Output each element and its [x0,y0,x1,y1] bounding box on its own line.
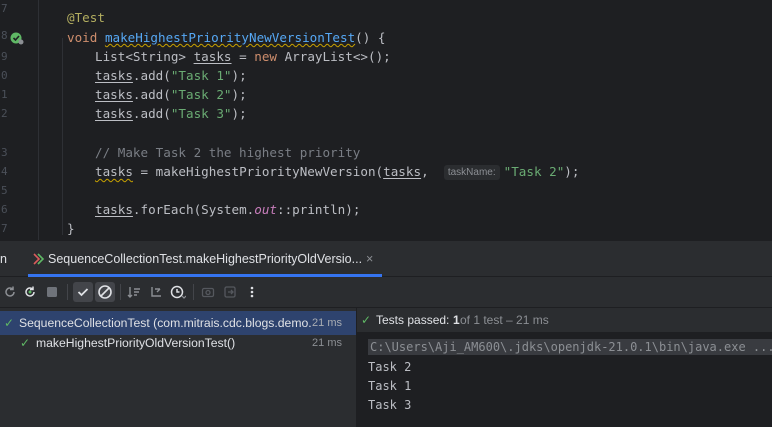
run-tab[interactable]: SequenceCollectionTest.makeHighestPriori… [48,252,362,266]
parameter-hint: taskName: [443,165,500,180]
sort-icon[interactable] [124,282,144,302]
test-status-bar: ✓ Tests passed: 1 of 1 test – 21 ms [357,308,772,332]
console-command-line[interactable]: C:\Users\Aji_AM600\.jdks\openjdk-21.0.1\… [368,339,772,355]
code-line: tasks = makeHighestPriorityNewVersion(ta… [95,164,580,180]
passed-icon: ✓ [361,313,372,327]
code-editor[interactable]: 7 8 9 0 1 2 3 4 5 6 7 @Test void makeHig… [0,0,772,240]
show-ignored-icon[interactable] [95,282,115,302]
indent-guide [38,0,39,240]
test-toolbar [0,277,772,308]
test-run-icon [31,252,45,271]
console-output-line: Task 1 [368,379,412,393]
tests-passed-label: Tests passed: [376,313,450,327]
line-number: 6 [1,203,8,216]
tests-passed-count: 1 [453,313,460,327]
collapse-icon[interactable] [146,282,166,302]
code-line: @Test [67,10,105,25]
tool-window-title: n [0,252,7,266]
line-number: 3 [1,146,8,159]
code-comment: // Make Task 2 the highest priority [95,145,361,160]
line-number: 7 [1,222,8,235]
code-line: tasks.add("Task 2"); [95,87,247,102]
stop-icon[interactable] [42,282,62,302]
method-name: makeHighestPriorityNewVersionTest [104,30,356,45]
line-number: 4 [1,165,8,178]
line-number: 7 [1,2,8,15]
tests-passed-summary: of 1 test – 21 ms [460,313,549,327]
console-output-line: Task 2 [368,360,412,374]
test-results-tree[interactable]: ✓ SequenceCollectionTest (com.mitrais.cd… [0,308,356,427]
tree-node-label: makeHighestPriorityOldVersionTest() [36,336,236,350]
code-line: tasks.add("Task 1"); [95,68,247,83]
code-line: tasks.add("Task 3"); [95,106,247,121]
code-line: tasks.forEach(System.out::println); [95,202,361,217]
code-line: void makeHighestPriorityNewVersionTest()… [67,30,386,45]
close-tab-icon[interactable]: × [366,252,373,266]
toolbar-separator [193,284,194,300]
line-number: 9 [1,50,8,63]
line-number: 1 [1,88,8,101]
toolbar-separator [67,284,68,300]
line-number: 2 [1,107,8,120]
screenshot-icon[interactable] [198,282,218,302]
show-passed-icon[interactable] [73,282,93,302]
run-tool-window-header: n SequenceCollectionTest.makeHighestPrio… [0,240,772,277]
passed-icon: ✓ [20,336,31,350]
console-output-line: Task 3 [368,398,412,412]
code-line: } [67,221,75,236]
tree-node-duration: 21 ms [312,337,342,349]
history-icon[interactable] [168,282,188,302]
line-number: 5 [1,184,8,197]
export-icon[interactable] [220,282,240,302]
run-gutter-icon[interactable] [10,31,24,45]
line-number: 0 [1,69,8,82]
toolbar-separator [120,284,121,300]
rerun-failed-icon[interactable] [20,282,40,302]
tree-node-test-method[interactable]: ✓ makeHighestPriorityOldVersionTest() 21… [0,331,356,355]
code-line: List<String> tasks = new ArrayList<>(); [95,49,391,64]
rerun-icon[interactable] [0,282,20,302]
console-output[interactable]: ✓ Tests passed: 1 of 1 test – 21 ms C:\U… [357,308,772,427]
indent-guide [62,38,63,235]
more-icon[interactable] [242,282,262,302]
